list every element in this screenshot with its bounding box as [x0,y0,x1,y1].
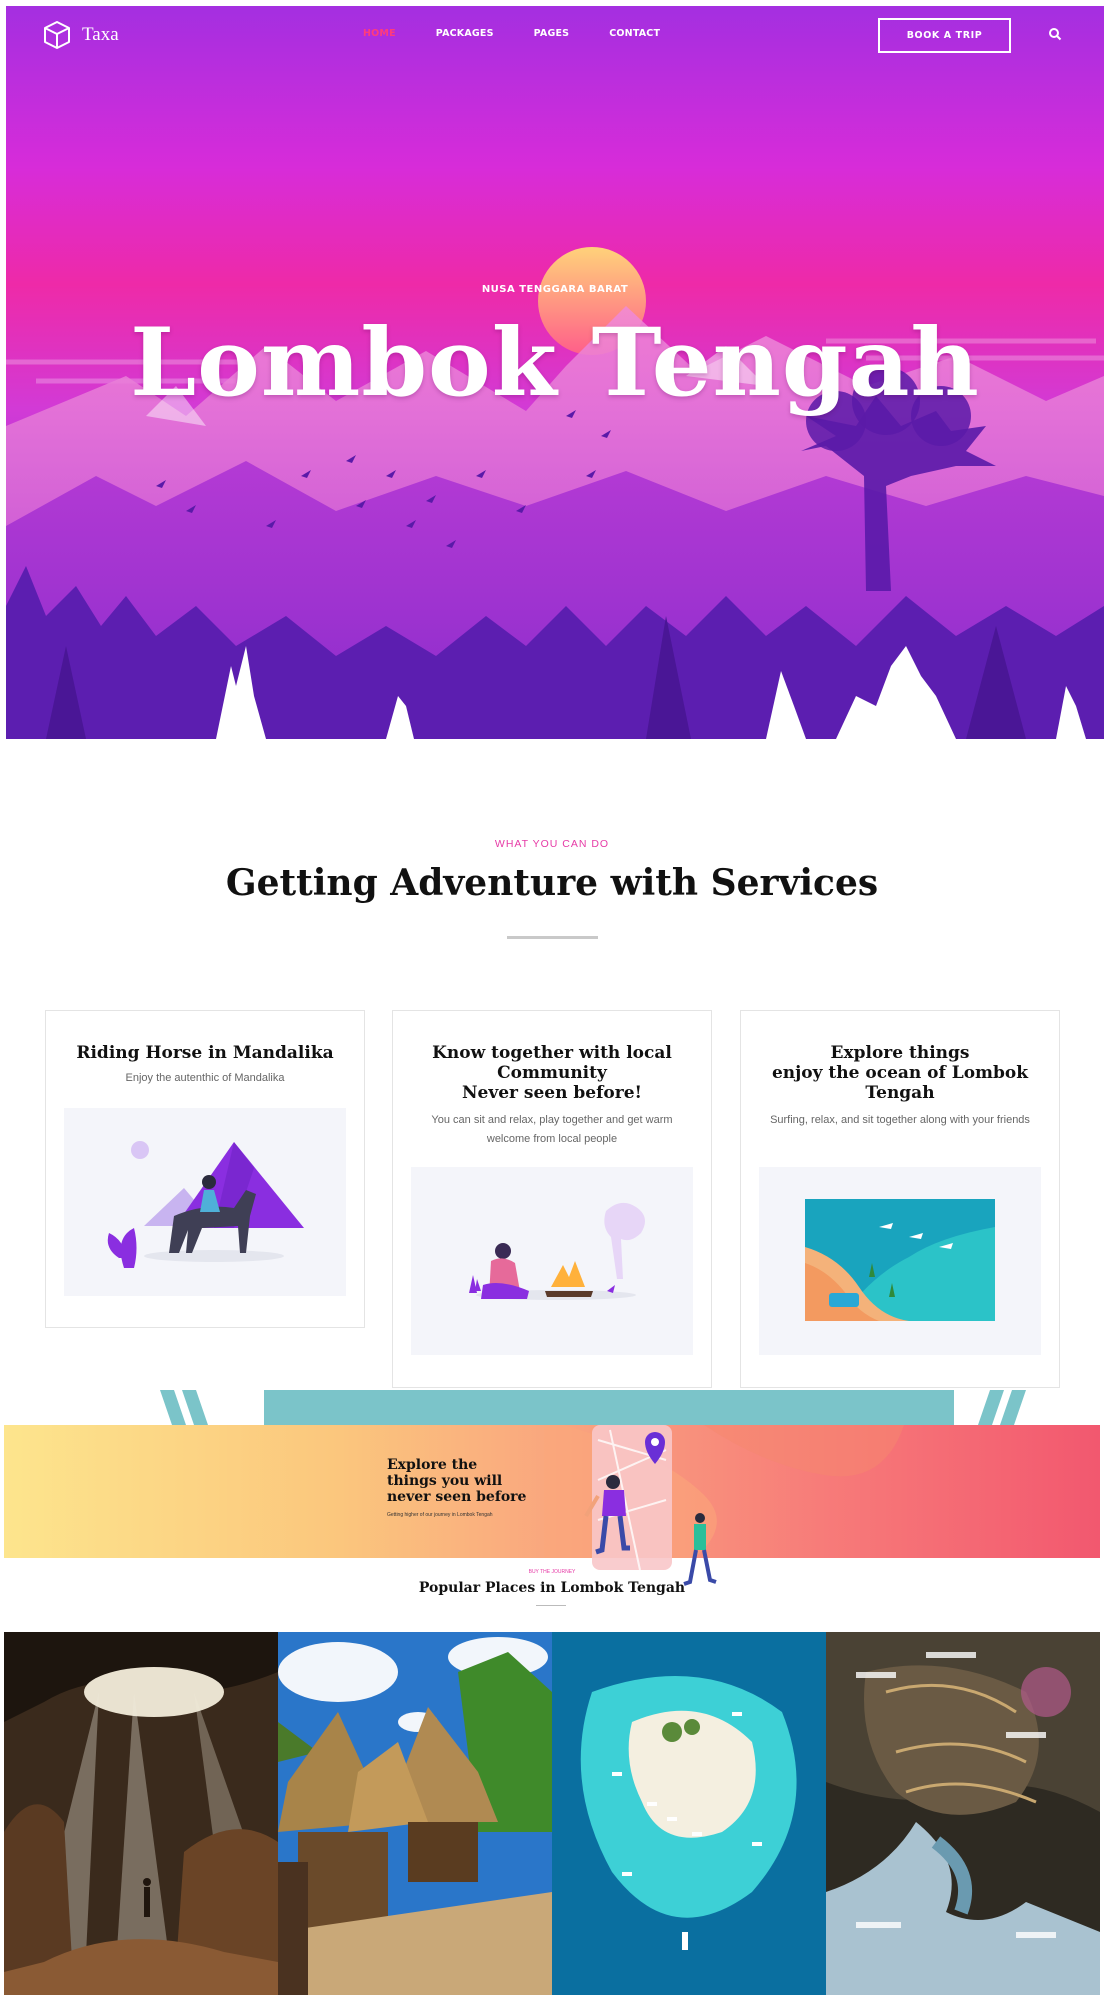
cube-icon [44,21,70,49]
place-village-hut-photo[interactable] [278,1632,552,1995]
place-island-aerial-photo[interactable] [552,1632,826,1995]
brand-logo[interactable]: Taxa [42,20,119,50]
banner-title: Explore the things you will never seen b… [387,1457,527,1505]
service-card-text: Surfing, relax, and sit together along w… [770,1114,1030,1126]
service-card-horse[interactable]: Riding Horse in Mandalika Enjoy the aute… [45,1010,365,1328]
navbar: Taxa HOME PACKAGES PAGES CONTACT BOOK A … [6,6,1104,64]
main-nav: HOME PACKAGES PAGES CONTACT [363,28,660,39]
service-card-ocean[interactable]: Explore things enjoy the ocean of Lombok… [740,1010,1060,1388]
popular-divider [536,1605,566,1606]
popular-places-gallery [4,1632,1100,1995]
service-card-title: Riding Horse in Mandalika [76,1043,334,1063]
hero-kicker: NUSA TENGGARA BARAT [481,284,629,295]
services-kicker: WHAT YOU CAN DO [494,838,610,850]
hero-title: Lombok Tengah [130,308,980,418]
place-resort-map-photo[interactable] [826,1632,1100,1995]
place-cave-photo[interactable] [4,1632,278,1995]
service-card-community[interactable]: Know together with local Community Never… [392,1010,712,1388]
beach-illustration [759,1167,1041,1355]
brand-name: Taxa [82,24,119,45]
nav-pages[interactable]: PAGES [534,28,570,39]
nav-contact[interactable]: CONTACT [609,28,660,39]
search-icon[interactable] [1048,27,1062,41]
service-card-text: You can sit and relax, play together and… [431,1114,673,1145]
popular-kicker: BUY THE JOURNEY [528,1569,576,1575]
campfire-illustration [411,1167,693,1355]
popular-title: Popular Places in Lombok Tengah [418,1580,686,1596]
nav-packages[interactable]: PACKAGES [436,28,494,39]
service-card-title: Explore things enjoy the ocean of Lombok… [771,1043,1029,1103]
banner-subtitle: Getting higher of our journey in Lombok … [387,1512,493,1518]
services-title: Getting Adventure with Services [225,862,879,904]
services-divider [507,936,598,939]
service-card-title: Know together with local Community Never… [432,1043,672,1103]
service-card-text: Enjoy the autenthic of Mandalika [125,1072,285,1084]
nav-home[interactable]: HOME [363,28,396,39]
horse-illustration [64,1108,346,1296]
hero-section: Taxa HOME PACKAGES PAGES CONTACT BOOK A … [6,6,1104,739]
book-a-trip-button[interactable]: BOOK A TRIP [878,18,1011,53]
